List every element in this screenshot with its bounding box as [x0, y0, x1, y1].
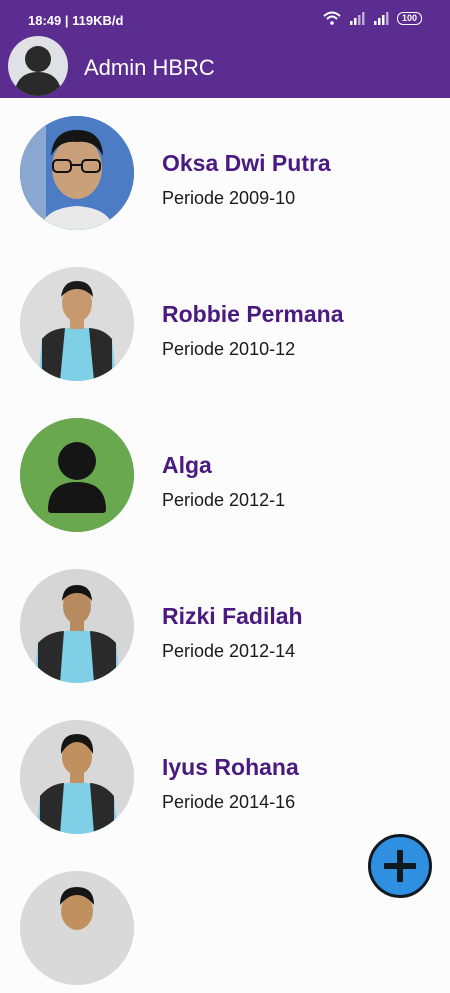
member-period: Periode 2012-1 [162, 490, 286, 510]
person-photo-icon [20, 569, 134, 683]
status-text: 18:49 | 119KB/d [28, 13, 124, 28]
member-photo [20, 720, 134, 834]
member-name: Rizki Fadilah [162, 603, 303, 629]
list-item[interactable]: Alga Periode 2012-1 [0, 400, 450, 540]
person-photo-icon [20, 116, 134, 230]
plus-icon [384, 850, 416, 882]
member-period: Periode 2009-10 [162, 188, 296, 208]
member-name: Robbie Permana [162, 301, 344, 327]
person-photo-icon [20, 720, 134, 834]
member-name: Iyus Rohana [162, 754, 299, 780]
member-photo [20, 871, 134, 985]
person-placeholder-icon [20, 418, 134, 532]
app-title: Admin HBRC [84, 55, 215, 80]
member-name: Oksa Dwi Putra [162, 150, 331, 176]
wifi-icon [323, 11, 341, 25]
battery-icon: 100 [396, 11, 422, 25]
member-photo [20, 116, 134, 230]
status-bar: 18:49 | 119KB/d 100 [0, 0, 450, 40]
list-item[interactable]: Rizki Fadilah Periode 2012-14 [0, 551, 450, 691]
status-icons: 100 [323, 11, 422, 25]
person-photo-icon [20, 871, 134, 985]
list-item[interactable]: Oksa Dwi Putra Periode 2009-10 [0, 98, 450, 238]
add-member-button[interactable] [368, 834, 432, 898]
app-header: 18:49 | 119KB/d 100 Admin HBRC [0, 0, 450, 98]
member-photo-placeholder [20, 418, 134, 532]
signal-icon [373, 12, 389, 25]
list-item[interactable]: Robbie Permana Periode 2010-12 [0, 249, 450, 389]
person-silhouette-icon [14, 46, 62, 96]
signal-icon [349, 12, 365, 25]
member-photo [20, 569, 134, 683]
member-name: Alga [162, 452, 212, 478]
member-period: Periode 2014-16 [162, 792, 296, 812]
member-photo [20, 267, 134, 381]
admin-avatar[interactable] [8, 36, 68, 96]
list-item[interactable]: Iyus Rohana Periode 2014-16 [0, 702, 450, 842]
member-period: Periode 2012-14 [162, 641, 296, 661]
person-photo-icon [20, 267, 134, 381]
member-period: Periode 2010-12 [162, 339, 296, 359]
